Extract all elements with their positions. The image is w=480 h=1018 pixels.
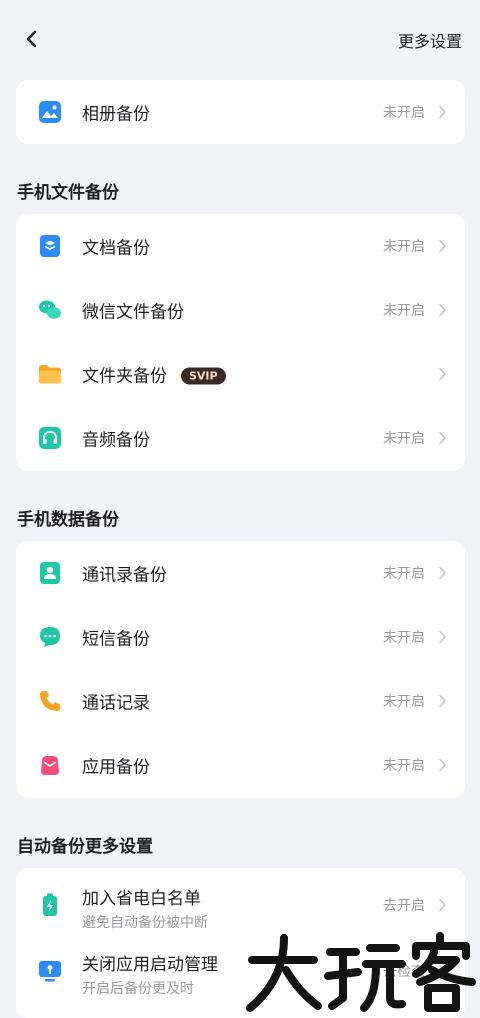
chevron-right-icon — [439, 694, 446, 708]
app-backup-row[interactable]: 应用备份 未开启 — [16, 733, 465, 797]
document-backup-row[interactable]: 文档备份 未开启 — [16, 214, 465, 278]
power-whitelist-desc: 避免自动备份被中断 — [82, 915, 208, 931]
message-icon — [40, 627, 60, 647]
sms-backup-row[interactable]: 短信备份 未开启 — [16, 605, 465, 669]
chevron-right-icon — [439, 303, 446, 317]
app-backup-status: 未开启 — [383, 758, 425, 774]
section-title-auto: 自动备份更多设置 — [17, 837, 153, 857]
contacts-backup-status: 未开启 — [383, 566, 425, 582]
section-title-files: 手机文件备份 — [17, 183, 119, 203]
monitor-icon — [39, 961, 61, 982]
chevron-right-icon — [439, 105, 446, 119]
chevron-right-icon — [439, 758, 446, 772]
power-whitelist-row[interactable]: 加入省电白名单 避免自动备份被中断 去开启 — [16, 872, 465, 938]
data-backup-card: 通讯录备份 未开启 短信备份 未开启 通话记录 未开启 应用备份 未开启 — [16, 541, 465, 798]
launch-manager-label: 关闭应用启动管理 — [82, 955, 218, 975]
more-settings-link[interactable]: 更多设置 — [398, 28, 462, 52]
album-backup-label: 相册备份 — [82, 104, 150, 125]
document-icon — [40, 235, 60, 257]
power-whitelist-status: 去开启 — [383, 898, 425, 914]
album-backup-row[interactable]: 相册备份 未开启 — [16, 80, 465, 144]
chevron-right-icon — [439, 239, 446, 253]
album-backup-card: 相册备份 未开启 — [16, 80, 465, 144]
contacts-icon — [40, 562, 60, 584]
chevron-right-icon — [439, 630, 446, 644]
section-title-data: 手机数据备份 — [17, 510, 119, 530]
sms-backup-status: 未开启 — [383, 630, 425, 646]
album-backup-status: 未开启 — [383, 105, 425, 121]
audio-backup-label: 音频备份 — [82, 430, 150, 451]
chevron-right-icon — [439, 566, 446, 580]
audio-backup-status: 未开启 — [383, 431, 425, 447]
folder-icon — [39, 365, 61, 384]
svip-badge: SVIP — [181, 367, 226, 385]
chevron-right-icon — [439, 367, 446, 381]
audio-backup-row[interactable]: 音频备份 未开启 — [16, 406, 465, 470]
call-log-backup-status: 未开启 — [383, 694, 425, 710]
folder-backup-label: 文件夹备份 SVIP — [82, 362, 226, 387]
wechat-backup-label: 微信文件备份 — [82, 302, 184, 323]
top-bar: 更多设置 — [0, 0, 480, 80]
chevron-left-icon[interactable] — [18, 24, 46, 54]
wechat-icon — [39, 300, 61, 319]
launch-manager-desc: 开启后备份更及时 — [82, 981, 194, 997]
document-backup-status: 未开启 — [383, 239, 425, 255]
chevron-right-icon — [439, 431, 446, 445]
contacts-backup-label: 通讯录备份 — [82, 565, 167, 586]
photo-album-icon — [39, 101, 61, 123]
sms-backup-label: 短信备份 — [82, 629, 150, 650]
call-log-backup-row[interactable]: 通话记录 未开启 — [16, 669, 465, 733]
call-log-backup-label: 通话记录 — [82, 693, 150, 714]
document-backup-label: 文档备份 — [82, 238, 150, 259]
watermark-logo — [246, 932, 476, 1012]
contacts-backup-row[interactable]: 通讯录备份 未开启 — [16, 541, 465, 605]
battery-icon — [43, 893, 57, 916]
app-backup-label: 应用备份 — [82, 757, 150, 778]
app-box-icon — [41, 756, 59, 775]
phone-icon — [40, 691, 60, 711]
headphones-icon — [39, 427, 61, 449]
wechat-backup-row[interactable]: 微信文件备份 未开启 — [16, 278, 465, 342]
chevron-right-icon — [439, 898, 446, 912]
wechat-backup-status: 未开启 — [383, 303, 425, 319]
files-backup-card: 文档备份 未开启 微信文件备份 未开启 文件夹备份 SVIP 音频备份 未开启 — [16, 214, 465, 471]
power-whitelist-label: 加入省电白名单 — [82, 889, 201, 909]
folder-backup-row[interactable]: 文件夹备份 SVIP — [16, 342, 465, 406]
